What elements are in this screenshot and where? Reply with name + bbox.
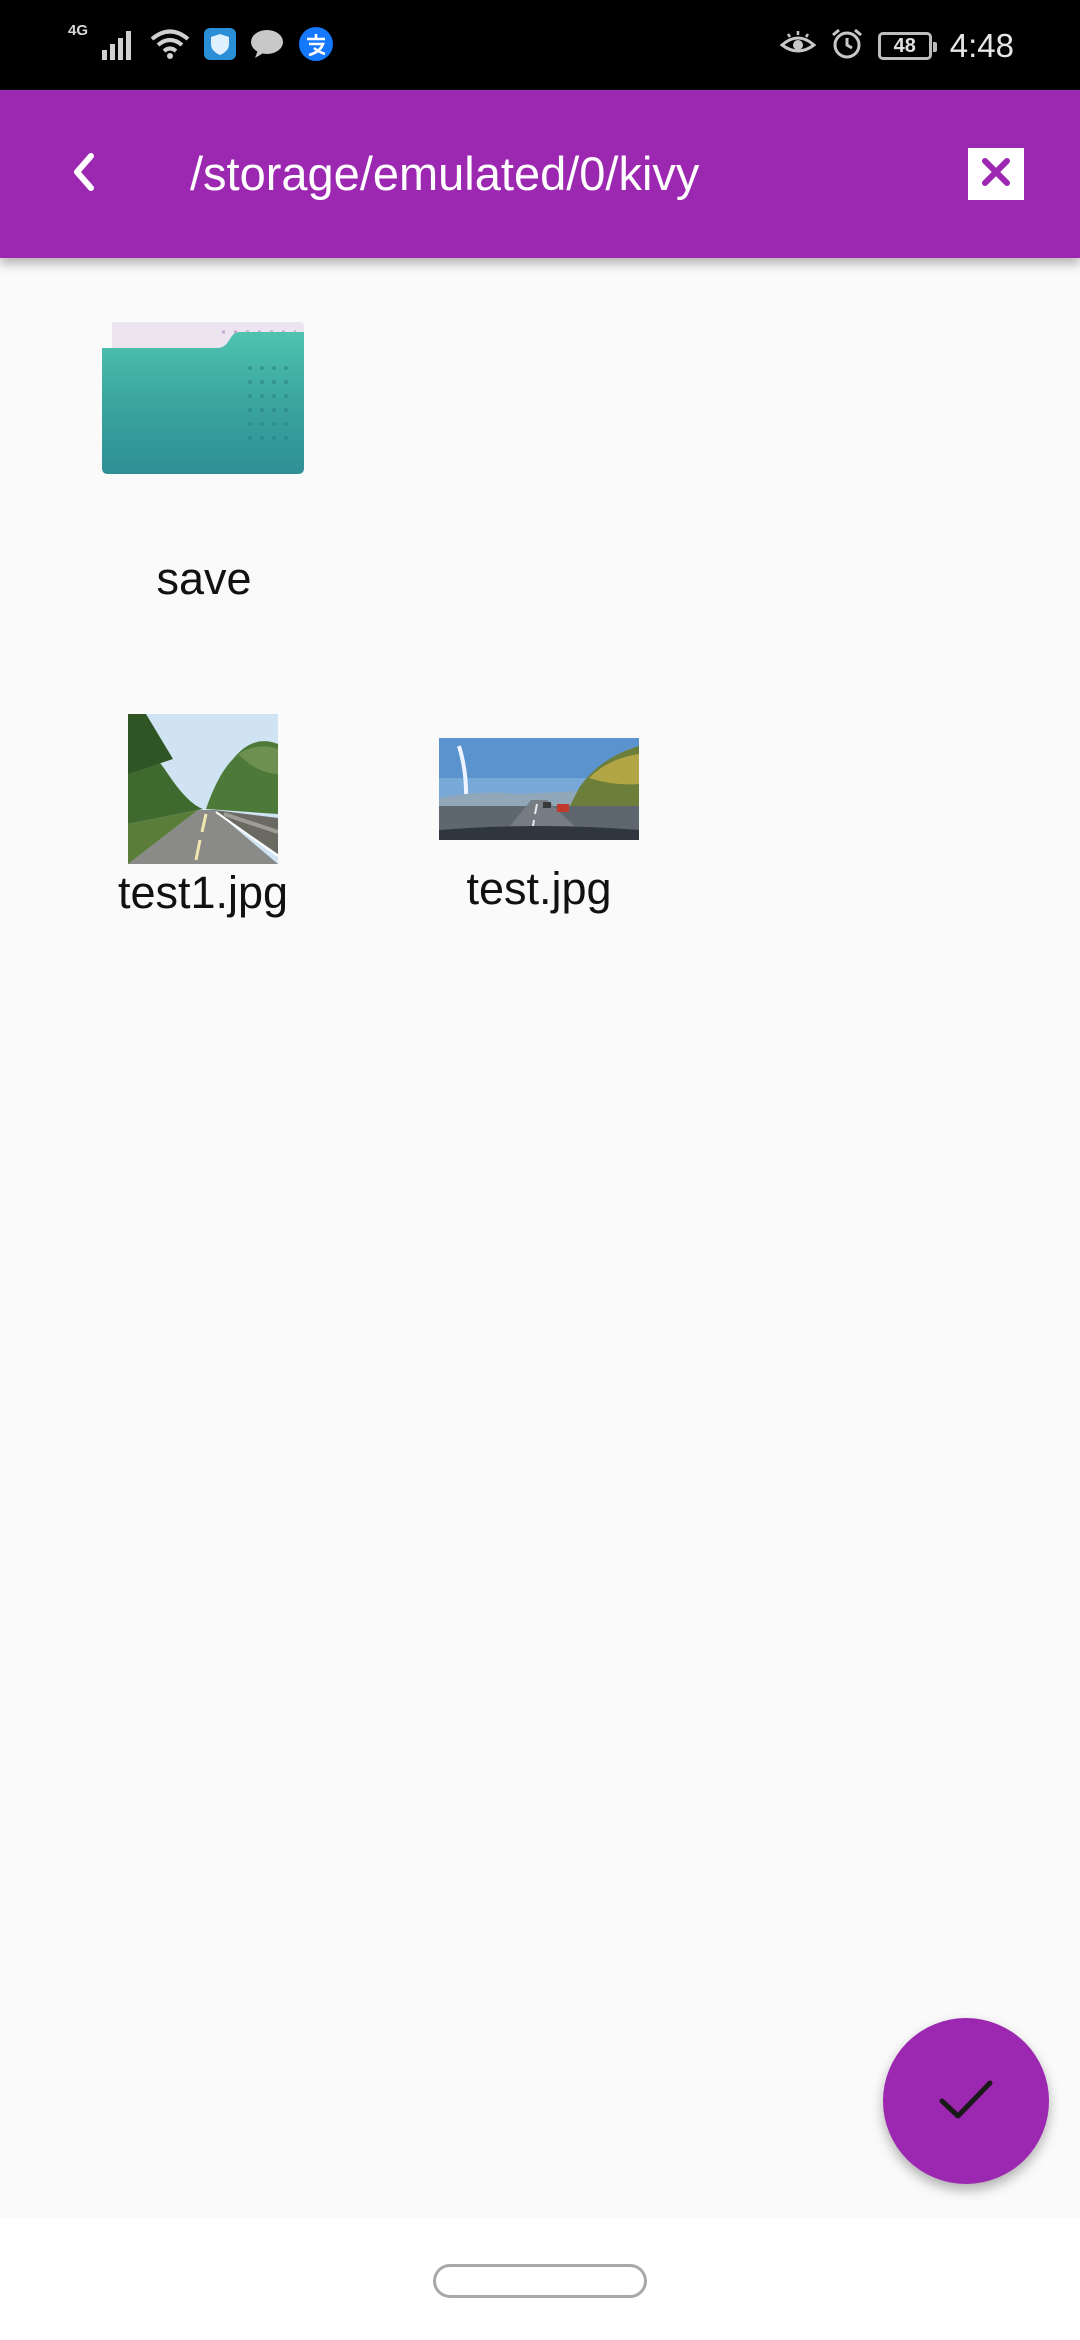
- close-icon: [980, 156, 1012, 193]
- image-thumbnail: [128, 714, 278, 864]
- chevron-left-icon: [69, 152, 99, 197]
- file-name-label: test1.jpg: [117, 867, 289, 918]
- chat-icon: [250, 29, 284, 64]
- current-path-title: /storage/emulated/0/kivy: [190, 147, 700, 200]
- file-item-save-folder[interactable]: save: [100, 318, 308, 606]
- network-type: 4G: [68, 22, 89, 39]
- status-bar-right: 48 4:48: [779, 24, 1014, 68]
- status-bar: 4G 48 4:48: [0, 0, 1080, 90]
- file-manager-screen: 4G 48 4:48 /storage/emulated/0/kivy save…: [0, 0, 1080, 2340]
- wifi-icon: [150, 28, 190, 65]
- home-indicator[interactable]: [433, 2264, 647, 2298]
- alipay-icon: [298, 26, 334, 67]
- file-name-label: test.jpg: [466, 863, 612, 914]
- battery-indicator: 48: [877, 32, 937, 60]
- status-bar-left: 4G: [68, 22, 334, 68]
- check-icon: [936, 2075, 996, 2128]
- app-bar: /storage/emulated/0/kivy: [0, 90, 1080, 258]
- image-thumbnail: [439, 738, 639, 840]
- status-clock: 4:48: [949, 27, 1014, 64]
- close-button[interactable]: [968, 148, 1024, 200]
- system-navigation-bar: [0, 2218, 1080, 2340]
- confirm-fab-button[interactable]: [883, 2018, 1049, 2184]
- file-item-test1-jpg[interactable]: test1.jpg: [105, 714, 301, 920]
- shield-app-icon: [204, 27, 237, 65]
- file-item-test-jpg[interactable]: test.jpg: [433, 738, 645, 916]
- file-name-label: save: [156, 553, 252, 604]
- eye-icon: [779, 29, 817, 64]
- back-button[interactable]: [40, 130, 128, 218]
- alarm-icon: [830, 27, 864, 66]
- signal-icon: [102, 28, 136, 65]
- folder-icon: [100, 318, 308, 478]
